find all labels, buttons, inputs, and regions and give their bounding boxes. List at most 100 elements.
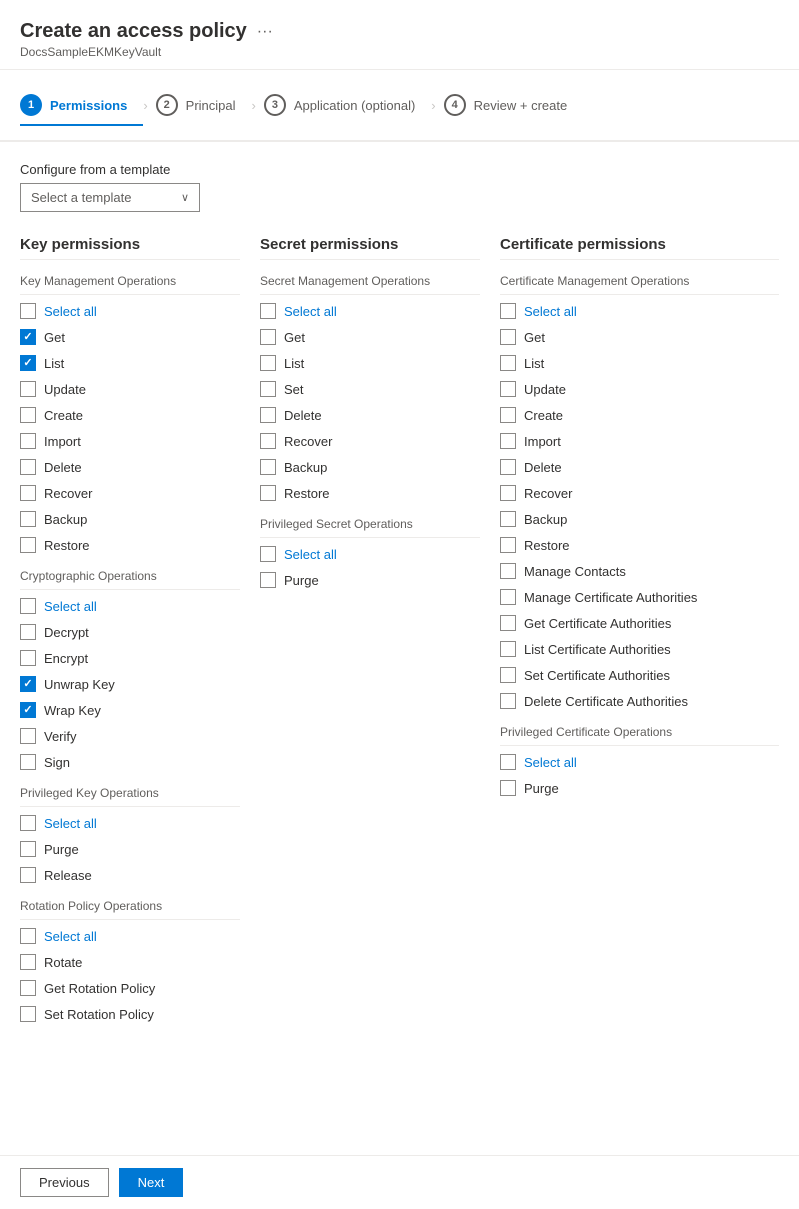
cert-update-label[interactable]: Update: [524, 382, 566, 397]
checkbox-wrap-key[interactable]: [20, 702, 36, 718]
checkbox-key-backup[interactable]: [20, 511, 36, 527]
key-purge-label[interactable]: Purge: [44, 842, 79, 857]
checkbox-key-delete[interactable]: [20, 459, 36, 475]
checkbox-cert-import[interactable]: [500, 433, 516, 449]
cert-get-label[interactable]: Get: [524, 330, 545, 345]
key-recover-label[interactable]: Recover: [44, 486, 92, 501]
secret-recover-label[interactable]: Recover: [284, 434, 332, 449]
checkbox-key-purge[interactable]: [20, 841, 36, 857]
checkbox-cert-list[interactable]: [500, 355, 516, 371]
checkbox-key-recover[interactable]: [20, 485, 36, 501]
checkbox-cert-set-ca[interactable]: [500, 667, 516, 683]
checkbox-encrypt[interactable]: [20, 650, 36, 666]
key-get-label[interactable]: Get: [44, 330, 65, 345]
key-select-all-label[interactable]: Select all: [44, 304, 97, 319]
secret-set-label[interactable]: Set: [284, 382, 304, 397]
key-delete-label[interactable]: Delete: [44, 460, 82, 475]
checkbox-cert-get-ca[interactable]: [500, 615, 516, 631]
cert-get-ca-label[interactable]: Get Certificate Authorities: [524, 616, 671, 631]
checkbox-decrypt[interactable]: [20, 624, 36, 640]
checkbox-secret-select-all[interactable]: [260, 303, 276, 319]
key-update-label[interactable]: Update: [44, 382, 86, 397]
previous-button[interactable]: Previous: [20, 1168, 109, 1197]
checkbox-key-select-all[interactable]: [20, 303, 36, 319]
step-principal[interactable]: 2 Principal: [156, 86, 252, 124]
key-restore-label[interactable]: Restore: [44, 538, 90, 553]
unwrap-key-label[interactable]: Unwrap Key: [44, 677, 115, 692]
set-rotation-policy-label[interactable]: Set Rotation Policy: [44, 1007, 154, 1022]
rotation-select-all-label[interactable]: Select all: [44, 929, 97, 944]
wrap-key-label[interactable]: Wrap Key: [44, 703, 101, 718]
verify-label[interactable]: Verify: [44, 729, 77, 744]
checkbox-key-import[interactable]: [20, 433, 36, 449]
checkbox-verify[interactable]: [20, 728, 36, 744]
rotate-label[interactable]: Rotate: [44, 955, 82, 970]
secret-delete-label[interactable]: Delete: [284, 408, 322, 423]
decrypt-label[interactable]: Decrypt: [44, 625, 89, 640]
checkbox-privcert-select-all[interactable]: [500, 754, 516, 770]
checkbox-cert-delete[interactable]: [500, 459, 516, 475]
checkbox-cert-get[interactable]: [500, 329, 516, 345]
cert-delete-ca-label[interactable]: Delete Certificate Authorities: [524, 694, 688, 709]
checkbox-key-get[interactable]: [20, 329, 36, 345]
checkbox-secret-recover[interactable]: [260, 433, 276, 449]
checkbox-get-rotation-policy[interactable]: [20, 980, 36, 996]
cert-delete-label[interactable]: Delete: [524, 460, 562, 475]
next-button[interactable]: Next: [119, 1168, 184, 1197]
secret-list-label[interactable]: List: [284, 356, 304, 371]
cert-manage-ca-label[interactable]: Manage Certificate Authorities: [524, 590, 697, 605]
cert-manage-contacts-label[interactable]: Manage Contacts: [524, 564, 626, 579]
key-release-label[interactable]: Release: [44, 868, 92, 883]
checkbox-cert-restore[interactable]: [500, 537, 516, 553]
checkbox-cert-backup[interactable]: [500, 511, 516, 527]
cert-select-all-label[interactable]: Select all: [524, 304, 577, 319]
checkbox-unwrap-key[interactable]: [20, 676, 36, 692]
cert-set-ca-label[interactable]: Set Certificate Authorities: [524, 668, 670, 683]
checkbox-set-rotation-policy[interactable]: [20, 1006, 36, 1022]
step-review[interactable]: 4 Review + create: [444, 86, 584, 124]
cert-list-ca-label[interactable]: List Certificate Authorities: [524, 642, 671, 657]
checkbox-key-create[interactable]: [20, 407, 36, 423]
secret-purge-label[interactable]: Purge: [284, 573, 319, 588]
checkbox-secret-set[interactable]: [260, 381, 276, 397]
key-list-label[interactable]: List: [44, 356, 64, 371]
encrypt-label[interactable]: Encrypt: [44, 651, 88, 666]
checkbox-cert-list-ca[interactable]: [500, 641, 516, 657]
key-create-label[interactable]: Create: [44, 408, 83, 423]
secret-restore-label[interactable]: Restore: [284, 486, 330, 501]
key-backup-label[interactable]: Backup: [44, 512, 87, 527]
checkbox-rotate[interactable]: [20, 954, 36, 970]
step-permissions[interactable]: 1 Permissions: [20, 86, 143, 126]
checkbox-key-update[interactable]: [20, 381, 36, 397]
cert-recover-label[interactable]: Recover: [524, 486, 572, 501]
checkbox-secret-purge[interactable]: [260, 572, 276, 588]
cert-create-label[interactable]: Create: [524, 408, 563, 423]
checkbox-cert-manage-contacts[interactable]: [500, 563, 516, 579]
checkbox-key-list[interactable]: [20, 355, 36, 371]
key-import-label[interactable]: Import: [44, 434, 81, 449]
checkbox-cert-delete-ca[interactable]: [500, 693, 516, 709]
cert-import-label[interactable]: Import: [524, 434, 561, 449]
get-rotation-policy-label[interactable]: Get Rotation Policy: [44, 981, 155, 996]
secret-select-all-label[interactable]: Select all: [284, 304, 337, 319]
checkbox-secret-restore[interactable]: [260, 485, 276, 501]
cert-purge-label[interactable]: Purge: [524, 781, 559, 796]
sign-label[interactable]: Sign: [44, 755, 70, 770]
checkbox-privsecret-select-all[interactable]: [260, 546, 276, 562]
template-dropdown[interactable]: Select a template ∨: [20, 183, 200, 212]
cert-list-label[interactable]: List: [524, 356, 544, 371]
secret-get-label[interactable]: Get: [284, 330, 305, 345]
checkbox-key-release[interactable]: [20, 867, 36, 883]
more-options-button[interactable]: ···: [257, 23, 273, 41]
checkbox-secret-backup[interactable]: [260, 459, 276, 475]
checkbox-privkey-select-all[interactable]: [20, 815, 36, 831]
checkbox-cert-purge[interactable]: [500, 780, 516, 796]
checkbox-cert-recover[interactable]: [500, 485, 516, 501]
checkbox-secret-get[interactable]: [260, 329, 276, 345]
checkbox-sign[interactable]: [20, 754, 36, 770]
privsecret-select-all-label[interactable]: Select all: [284, 547, 337, 562]
crypto-select-all-label[interactable]: Select all: [44, 599, 97, 614]
checkbox-cert-create[interactable]: [500, 407, 516, 423]
checkbox-crypto-select-all[interactable]: [20, 598, 36, 614]
checkbox-cert-select-all[interactable]: [500, 303, 516, 319]
